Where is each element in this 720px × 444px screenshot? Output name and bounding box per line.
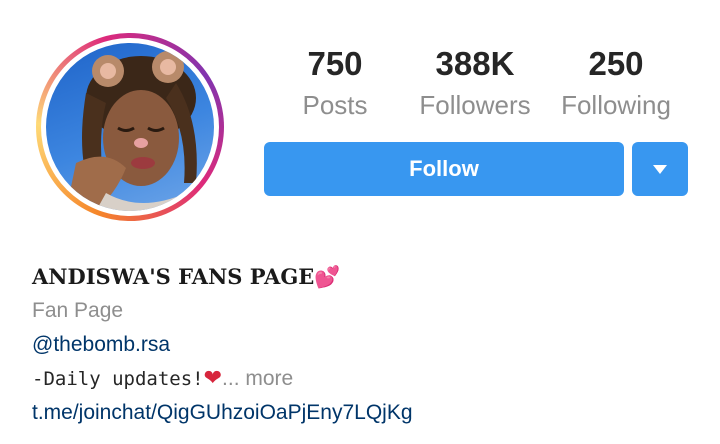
avatar[interactable] [46,43,214,211]
red-heart-emoji: ❤ [203,366,223,391]
avatar-photo [66,51,214,211]
profile-category: Fan Page [32,299,124,322]
profile-mention-link[interactable]: @thebomb.rsa [32,328,710,362]
stat-following[interactable]: 250 Following [551,44,681,122]
profile-name: ANDISWA'S FANS PAGE [32,264,315,289]
avatar-ring-gap [41,38,219,216]
profile-name-line: ANDISWA'S FANS PAGE💕 [32,260,710,294]
two-hearts-emoji: 💕 [314,265,341,289]
stat-posts-label: Posts [302,90,368,120]
stat-followers-label: Followers [419,90,531,120]
stat-posts-value: 750 [307,45,363,82]
chevron-down-icon [653,165,667,174]
external-link[interactable]: t.me/joinchat/QigGUhzoiOaPjEny7LQjKg [32,396,710,430]
follow-button[interactable]: Follow [264,142,624,196]
avatar-story-ring[interactable] [36,33,224,221]
stat-following-label: Following [561,90,671,120]
stat-posts[interactable]: 750 Posts [270,44,400,122]
bio-text-line: -Daily updates!❤... more [32,362,710,396]
stat-followers-value: 388K [435,45,515,82]
stat-followers[interactable]: 388K Followers [410,44,540,122]
more-link[interactable]: ... more [222,367,293,390]
profile-bio: ANDISWA'S FANS PAGE💕 Fan Page @thebomb.r… [32,260,710,430]
suggestions-dropdown-button[interactable] [632,142,688,196]
stat-following-value: 250 [588,45,644,82]
bio-text: -Daily updates! [32,368,204,390]
